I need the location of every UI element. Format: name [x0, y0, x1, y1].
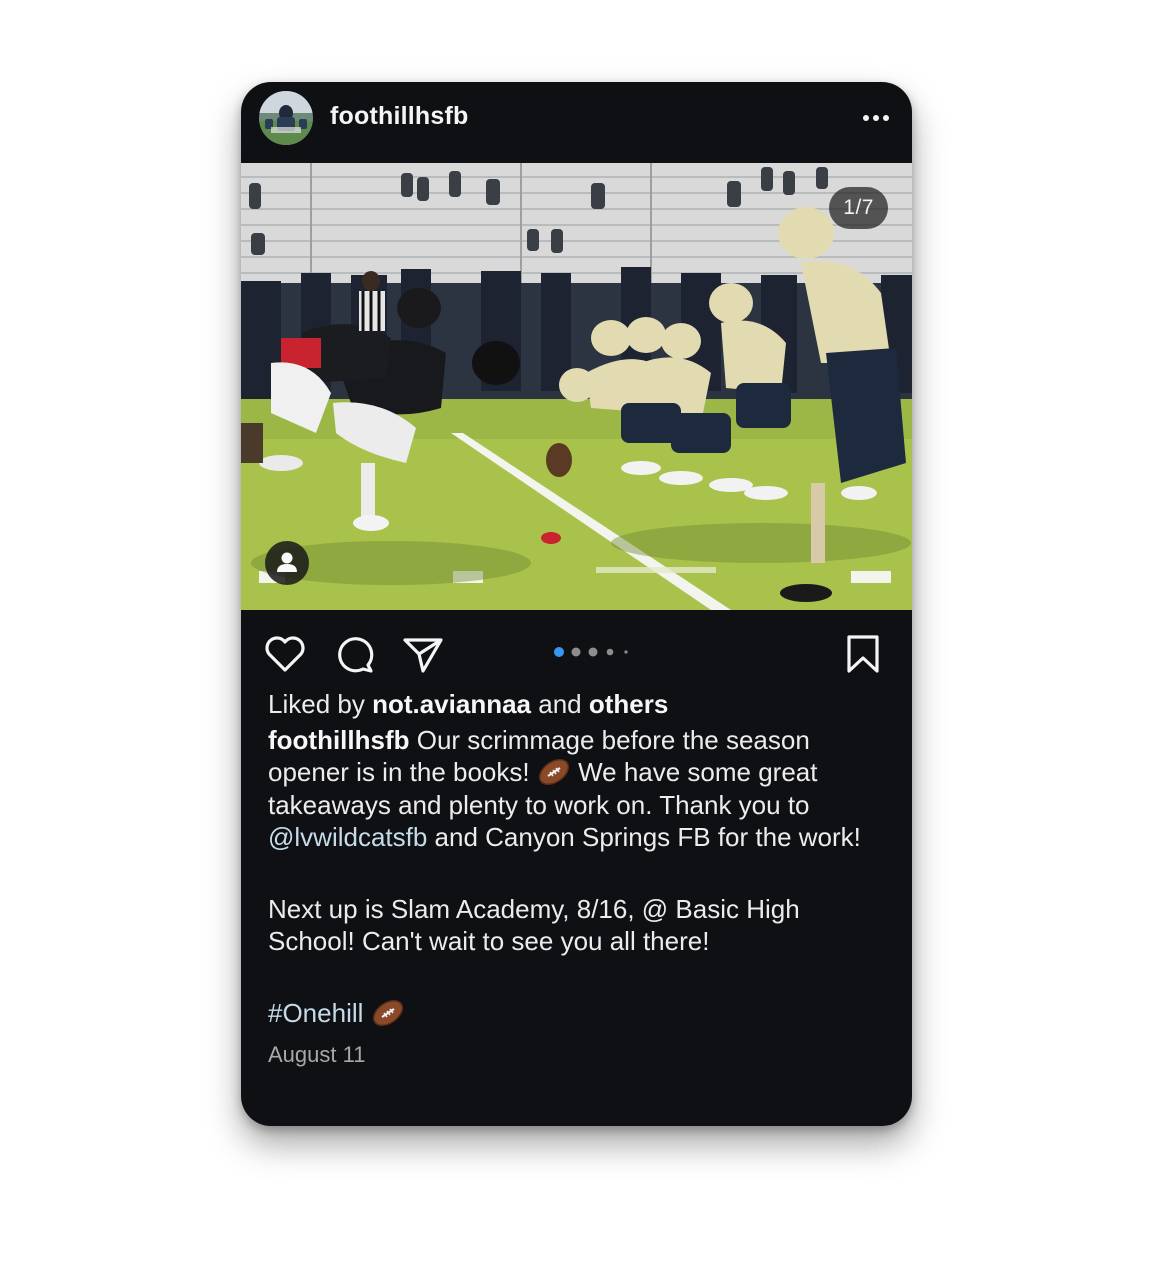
caption-paragraph-2: Next up is Slam Academy, 8/16, @ Basic H… — [268, 893, 800, 957]
hashtag-link[interactable]: #Onehill — [268, 998, 363, 1028]
comment-icon[interactable] — [332, 632, 376, 676]
likes-conjunction: and — [538, 689, 582, 719]
caption-text: foothillhsfb Our scrimmage before the se… — [268, 724, 888, 854]
likes-others[interactable]: others — [589, 689, 668, 719]
football-emoji — [537, 757, 571, 787]
likes-prefix: Liked by — [268, 689, 365, 719]
heart-icon[interactable] — [263, 632, 307, 676]
avatar[interactable] — [259, 91, 313, 145]
carousel-indicator — [554, 644, 634, 657]
action-bar — [241, 610, 912, 690]
post-photo[interactable]: 1/7 — [241, 163, 912, 610]
post-date: August 11 — [268, 1042, 366, 1067]
hashtag-line: #Onehill — [268, 997, 888, 1030]
bookmark-icon[interactable] — [841, 632, 885, 676]
post-username[interactable]: foothillhsfb — [330, 102, 468, 131]
caption-line-3: and Canyon Springs FB for the work! — [427, 822, 861, 852]
post-card: foothillhsfb 1/7 Liked by not.aviannaa a… — [241, 82, 912, 1126]
mention-link[interactable]: @lvwildcatsfb — [268, 822, 427, 852]
post-caption: Liked by not.aviannaa and others foothil… — [268, 688, 888, 1072]
caption-author[interactable]: foothillhsfb — [268, 725, 410, 755]
user-tag-icon[interactable] — [265, 541, 309, 585]
more-icon[interactable] — [858, 108, 894, 128]
share-icon[interactable] — [401, 632, 445, 676]
post-header: foothillhsfb — [241, 82, 912, 163]
likes-line: Liked by not.aviannaa and others — [268, 688, 888, 721]
liked-by-user[interactable]: not.aviannaa — [372, 689, 531, 719]
football-emoji — [371, 998, 405, 1028]
image-counter: 1/7 — [829, 187, 888, 229]
football-scrimmage-photo — [241, 163, 912, 610]
